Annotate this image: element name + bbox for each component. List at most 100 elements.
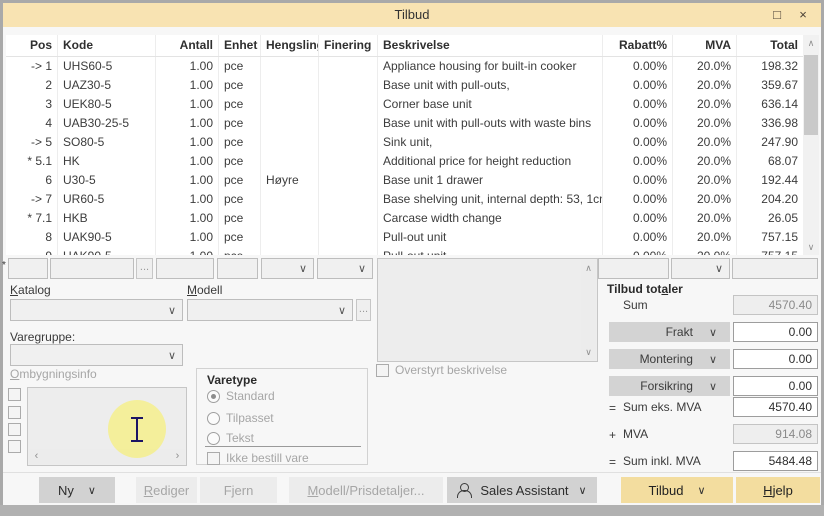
forsikring-button-label: Forsikring — [640, 379, 693, 393]
table-row[interactable]: 6 U30-5 1.00 pce Høyre Base unit 1 drawer 0.00… — [6, 171, 803, 190]
table-row[interactable]: -> 1 UHS60-5 1.00 pce Appliance housing for … — [6, 57, 803, 76]
modell-prisdetaljer-button[interactable]: Modell/Prisdetaljer... — [289, 477, 443, 503]
table-cell — [261, 152, 319, 171]
rediger-button-label: Rediger — [144, 483, 190, 498]
table-cell: 204.20 — [761, 192, 798, 206]
mva-field: 914.08 — [733, 424, 818, 444]
katalog-select[interactable]: ∨ — [10, 299, 183, 321]
column-header[interactable]: Finering — [319, 35, 378, 56]
label-part: jelp — [772, 482, 793, 498]
tilbud-button[interactable]: Tilbud ∨ — [621, 477, 733, 503]
tilbud-dialog: Tilbud □ × Pos Kode Antall Enhet Hengsling Fi… — [0, 0, 824, 516]
table-cell: 1.00 — [156, 95, 219, 114]
beskrivelse-textarea[interactable]: ∧ ∨ — [377, 258, 598, 362]
hjelp-button[interactable]: Hjelp — [736, 477, 820, 503]
table-row[interactable]: -> 5 SO80-5 1.00 pce Sink unit, 0.00% 20.0% 247… — [6, 133, 803, 152]
label-part: Vare — [10, 330, 35, 344]
rabatt-input[interactable] — [598, 258, 669, 279]
scroll-left-icon[interactable]: ‹ — [29, 449, 44, 464]
mva-select[interactable]: ∨ — [671, 258, 730, 279]
total-input[interactable] — [732, 258, 818, 279]
ombygg-hscrollbar[interactable]: ‹ › — [29, 449, 185, 464]
sum-inkl-mva-field[interactable]: 5484.48 — [733, 451, 818, 471]
column-header[interactable]: MVA — [673, 35, 737, 56]
column-header[interactable]: Pos — [6, 35, 58, 56]
scrollbar-thumb[interactable] — [804, 55, 818, 135]
titlebar[interactable]: Tilbud □ × — [3, 3, 821, 27]
montering-input[interactable]: 0.00 — [733, 349, 818, 369]
table-cell: Pull-out unit — [378, 247, 603, 255]
scroll-down-icon[interactable]: ∨ — [803, 239, 819, 255]
kode-browse-button[interactable]: ... — [136, 258, 153, 279]
fjern-button[interactable]: Fjern — [200, 477, 277, 503]
tilbud-button-label: Tilbud — [648, 482, 684, 498]
scroll-up-icon[interactable]: ∧ — [803, 35, 819, 51]
table-cell: Base shelving unit, internal depth: 53, … — [378, 190, 603, 209]
table-row[interactable]: * 5.1 HK 1.00 pce Additional price for heigh… — [6, 152, 803, 171]
rediger-button[interactable]: Rediger — [136, 477, 197, 503]
column-header[interactable]: Total — [737, 35, 803, 56]
varegruppe-label: Varegruppe: — [10, 330, 75, 344]
kode-input[interactable] — [50, 258, 134, 279]
ombygg-checkbox-2[interactable] — [8, 406, 21, 419]
table-cell: 26.05 — [767, 211, 798, 225]
scroll-up-icon[interactable]: ∧ — [581, 260, 596, 276]
antall-input[interactable] — [156, 258, 214, 279]
table-scrollbar[interactable]: ∧ ∨ — [803, 35, 819, 255]
frakt-input[interactable]: 0.00 — [733, 322, 818, 342]
table-cell: 0.00% — [603, 57, 673, 76]
finering-select[interactable]: ∨ — [317, 258, 373, 279]
table-cell: 0.00% — [603, 190, 673, 209]
frakt-button[interactable]: Frakt ∨ — [609, 322, 730, 342]
ikke-bestill-checkbox[interactable]: Ikke bestill vare — [207, 451, 309, 465]
table-cell — [261, 57, 319, 76]
forsikring-input[interactable]: 0.00 — [733, 376, 818, 396]
hengsling-select[interactable]: ∨ — [261, 258, 314, 279]
chevron-down-icon: ∨ — [298, 263, 307, 275]
close-icon[interactable]: × — [789, 3, 817, 27]
ny-button[interactable]: Ny ∨ — [39, 477, 115, 503]
column-header[interactable]: Antall — [156, 35, 219, 56]
maximize-icon[interactable]: □ — [763, 3, 791, 27]
table-cell — [319, 247, 378, 255]
column-header[interactable]: Rabatt% — [603, 35, 673, 56]
table-row[interactable]: 4 UAB30-25-5 1.00 pce Base unit with pull-ou… — [6, 114, 803, 133]
chevron-down-icon: ∨ — [87, 484, 96, 497]
table-cell: 757.15 — [737, 247, 803, 255]
textarea-scrollbar[interactable]: ∧ ∨ — [581, 260, 596, 360]
radio-standard[interactable]: Standard — [207, 389, 275, 403]
column-header[interactable]: Kode — [58, 35, 156, 56]
table-row[interactable]: -> 7 UR60-5 1.00 pce Base shelving unit, int… — [6, 190, 803, 209]
table-cell: 0.00% — [603, 171, 673, 190]
montering-button[interactable]: Montering ∨ — [609, 349, 730, 369]
modell-select[interactable]: ∨ — [187, 299, 353, 321]
table-cell: 20.0% — [673, 228, 737, 247]
enhet-input[interactable] — [217, 258, 258, 279]
table-row[interactable]: 8 UAK90-5 1.00 pce Pull-out unit 0.00% 20.0% 75… — [6, 228, 803, 247]
varetype-title: Varetype — [207, 373, 258, 387]
table-row[interactable]: 9UAK90-51.00pce Pull-out unit0.00%20.0%75… — [6, 247, 803, 255]
scroll-down-icon[interactable]: ∨ — [581, 344, 596, 360]
ombygg-checkbox-4[interactable] — [8, 440, 21, 453]
table-row[interactable]: * 7.1 HKB 1.00 pce Carcase width change 0.00%… — [6, 209, 803, 228]
sum-eks-mva-field[interactable]: 4570.40 — [733, 397, 818, 417]
table-cell: 1.00 — [156, 152, 219, 171]
scroll-right-icon[interactable]: › — [170, 449, 185, 464]
table-row[interactable]: 2 UAZ30-5 1.00 pce Base unit with pull-outs,… — [6, 76, 803, 95]
modell-browse-button[interactable]: ... — [356, 299, 371, 321]
overstyrt-checkbox[interactable]: Overstyrt beskrivelse — [376, 363, 507, 377]
ombygg-checkbox-3[interactable] — [8, 423, 21, 436]
table-row[interactable]: 3 UEK80-5 1.00 pce Corner base unit 0.00% 20.0… — [6, 95, 803, 114]
varegruppe-select[interactable]: ∨ — [10, 344, 183, 366]
column-header[interactable]: Hengsling — [261, 35, 319, 56]
table-cell: Sink unit, — [378, 133, 603, 152]
window-bottom-edge — [0, 505, 824, 516]
radio-tekst[interactable]: Tekst — [207, 431, 254, 445]
sales-assistant-button[interactable]: Sales Assistant ∨ — [447, 477, 597, 503]
column-header[interactable]: Beskrivelse — [378, 35, 603, 56]
column-header[interactable]: Enhet — [219, 35, 261, 56]
ombygg-checkbox-1[interactable] — [8, 388, 21, 401]
pos-input[interactable] — [8, 258, 48, 279]
forsikring-button[interactable]: Forsikring ∨ — [609, 376, 730, 396]
radio-tilpasset[interactable]: Tilpasset — [207, 411, 274, 425]
